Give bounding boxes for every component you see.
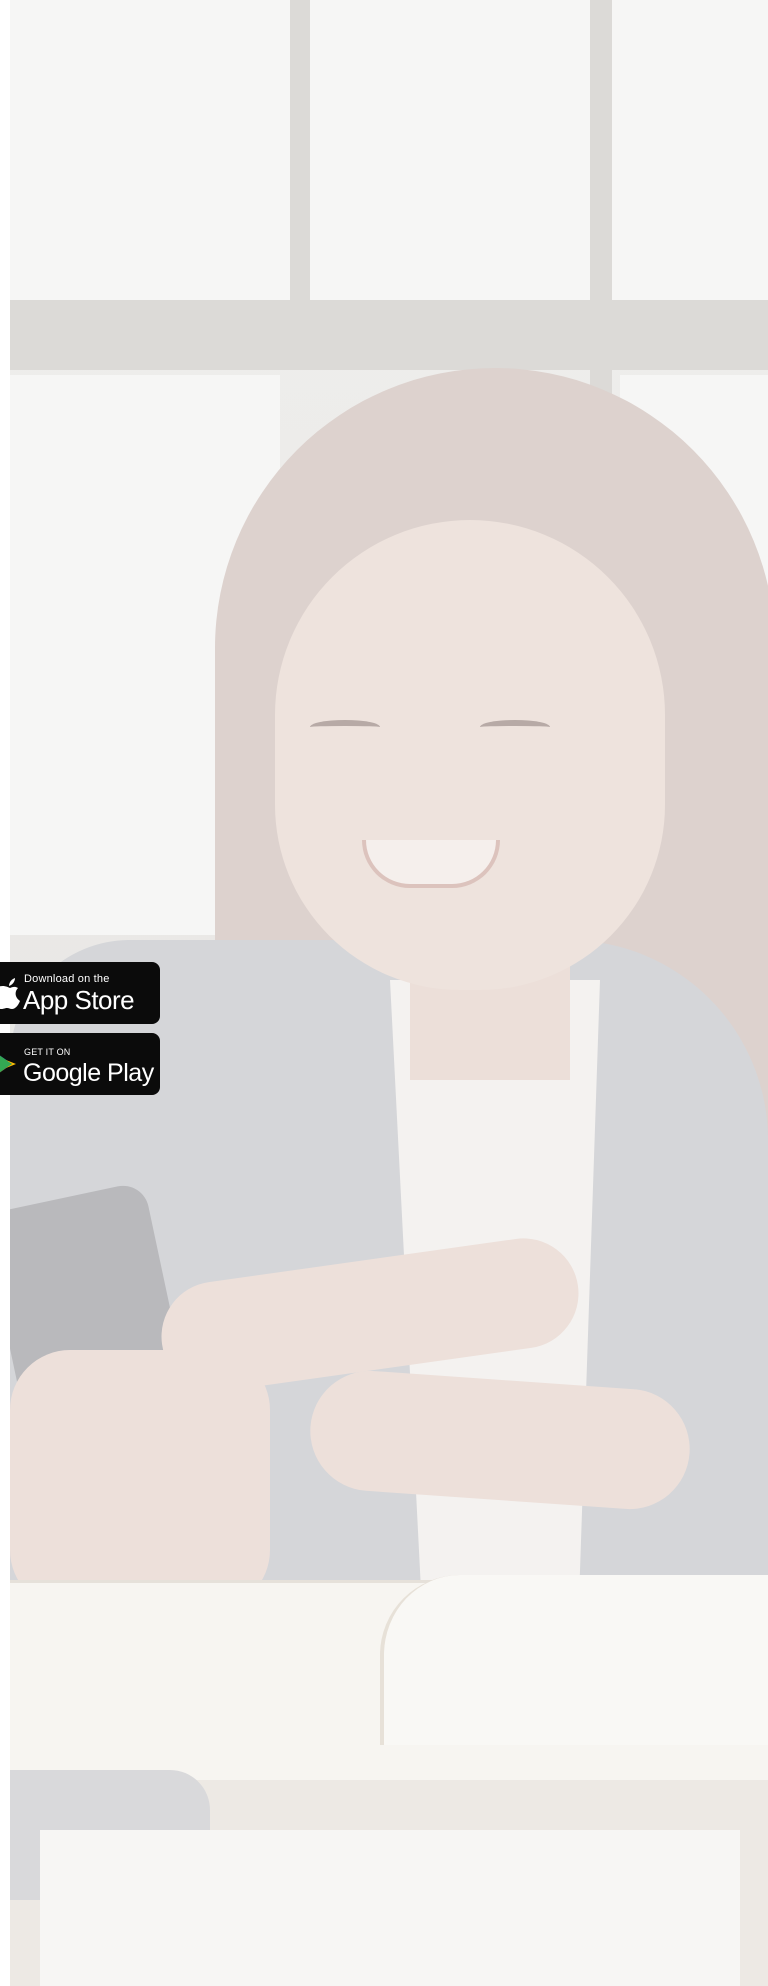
store-badges: Download on the App Store GET IT ON Goog… <box>0 962 160 1095</box>
google-play-icon <box>0 1047 20 1081</box>
app-store-badge[interactable]: Download on the App Store <box>0 962 160 1024</box>
google-play-badge[interactable]: GET IT ON Google Play <box>0 1033 160 1095</box>
google-play-large-text: Google Play <box>23 1059 154 1087</box>
app-store-small-text: Download on the <box>24 973 110 985</box>
google-play-small-text: GET IT ON <box>24 1047 71 1057</box>
apple-icon <box>0 976 20 1010</box>
page: Download on the App Store GET IT ON Goog… <box>0 0 768 1986</box>
app-store-large-text: App Store <box>23 985 135 1015</box>
